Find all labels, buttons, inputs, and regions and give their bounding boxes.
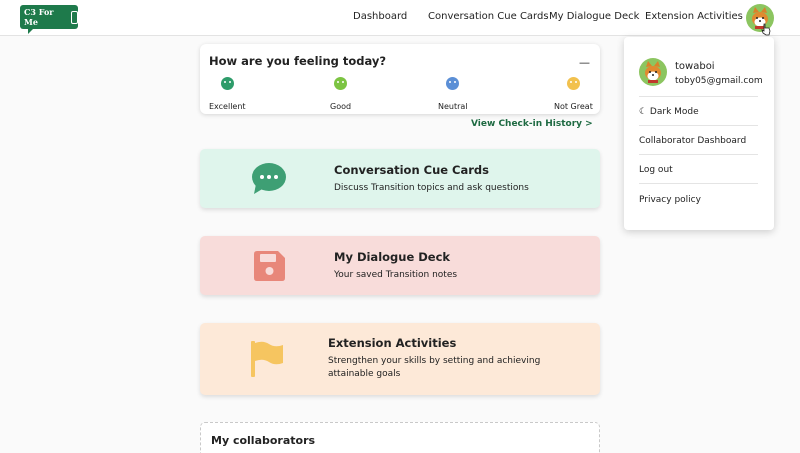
sad-face-icon bbox=[566, 77, 580, 90]
chat-bubble-icon bbox=[252, 163, 286, 194]
smile-face-icon bbox=[334, 77, 348, 90]
menu-divider bbox=[639, 154, 758, 155]
dropdown-avatar bbox=[639, 58, 667, 86]
mood-option-excellent[interactable]: Excellent bbox=[209, 77, 246, 113]
feature-description: Discuss Transition topics and ask questi… bbox=[334, 183, 529, 193]
mood-label: Not Great bbox=[554, 102, 593, 111]
feature-title: Extension Activities bbox=[328, 336, 457, 350]
mood-label: Good bbox=[330, 102, 352, 111]
neutral-face-icon bbox=[446, 77, 460, 90]
save-icon bbox=[254, 251, 285, 281]
nav-link-extension-activities[interactable]: Extension Activities bbox=[645, 11, 743, 22]
feature-description: Strengthen your skills by setting and ac… bbox=[328, 356, 541, 379]
user-name: towaboi bbox=[675, 61, 715, 72]
extension-activities-card[interactable]: Extension Activities Strengthen your ski… bbox=[200, 323, 600, 395]
collaborator-dashboard-link[interactable]: Collaborator Dashboard bbox=[639, 136, 746, 146]
mood-card-title: How are you feeling today? bbox=[209, 54, 387, 68]
logo-text: C3 For Me bbox=[24, 7, 54, 27]
top-navigation-bar: C3 For Me Dashboard Conversation Cue Car… bbox=[0, 0, 800, 36]
minimize-button[interactable]: — bbox=[579, 56, 590, 69]
nav-link-my-dialogue-deck[interactable]: My Dialogue Deck bbox=[549, 11, 639, 22]
feature-title: Conversation Cue Cards bbox=[334, 163, 490, 177]
privacy-policy-link[interactable]: Privacy policy bbox=[639, 195, 701, 205]
collaborators-title: My collaborators bbox=[211, 434, 316, 447]
phone-icon bbox=[70, 10, 78, 24]
my-dialogue-deck-card[interactable]: My Dialogue Deck Your saved Transition n… bbox=[200, 236, 600, 295]
menu-divider bbox=[639, 183, 758, 184]
shiba-avatar-icon bbox=[645, 61, 661, 83]
mood-option-good[interactable]: Good bbox=[330, 77, 351, 113]
mood-option-not-great[interactable]: Not Great bbox=[554, 77, 593, 113]
dark-mode-toggle[interactable]: ☾ Dark Mode bbox=[639, 107, 699, 117]
pointer-cursor-icon bbox=[761, 23, 771, 36]
mood-label: Neutral bbox=[438, 102, 468, 111]
nav-link-conversation-cue-cards[interactable]: Conversation Cue Cards bbox=[428, 11, 549, 22]
feature-description: Your saved Transition notes bbox=[334, 270, 458, 280]
smile-face-icon bbox=[220, 77, 234, 90]
feature-title: My Dialogue Deck bbox=[334, 250, 451, 264]
user-email: toby05@gmail.com bbox=[675, 76, 763, 86]
menu-divider bbox=[639, 96, 758, 97]
log-out-link[interactable]: Log out bbox=[639, 165, 673, 175]
user-menu-dropdown: towaboi toby05@gmail.com ☾ Dark Mode Col… bbox=[624, 37, 774, 230]
app-logo[interactable]: C3 For Me bbox=[20, 5, 78, 34]
menu-divider bbox=[639, 125, 758, 126]
conversation-cue-cards-card[interactable]: Conversation Cue Cards Discuss Transitio… bbox=[200, 149, 600, 208]
mood-check-in-card: How are you feeling today? — Excellent G… bbox=[200, 44, 600, 114]
nav-link-dashboard[interactable]: Dashboard bbox=[353, 11, 407, 22]
mood-option-neutral[interactable]: Neutral bbox=[438, 77, 468, 113]
my-collaborators-section: My collaborators bbox=[200, 422, 600, 453]
flag-icon bbox=[251, 341, 283, 377]
mood-label: Excellent bbox=[209, 102, 246, 111]
view-check-in-history-link[interactable]: View Check-in History > bbox=[471, 119, 593, 129]
